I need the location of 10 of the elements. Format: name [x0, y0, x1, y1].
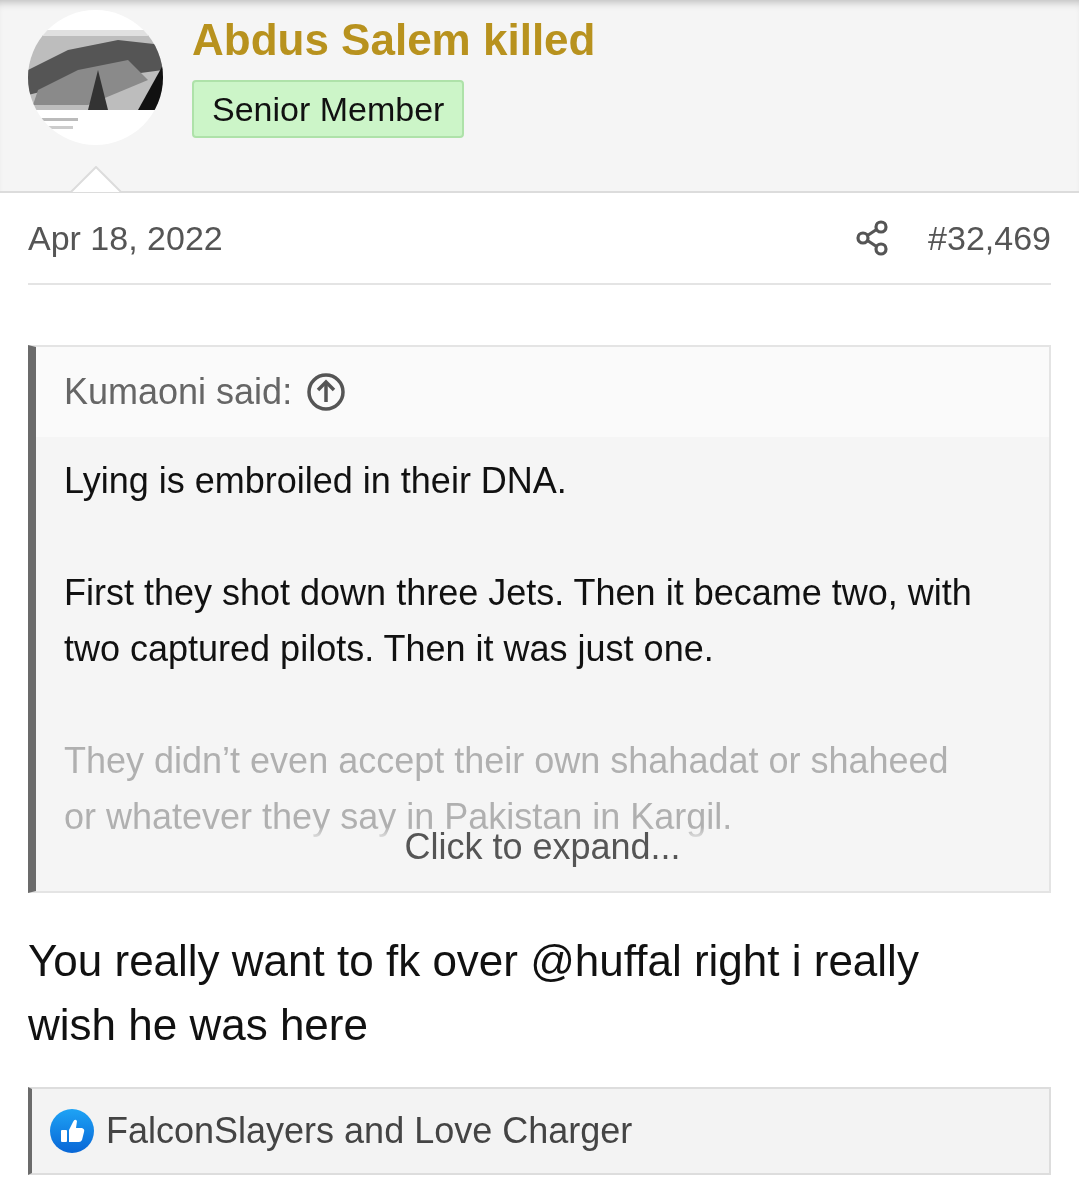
thumbs-up-icon[interactable] [50, 1109, 94, 1153]
reaction-users[interactable]: FalconSlayers and Love Charger [106, 1110, 633, 1152]
post-message: You really want to fk over @huffal right i really wish he was here [28, 935, 920, 1051]
quote-paragraph: Lying is embroiled in their DNA. [64, 459, 568, 503]
quote-paragraph: First they shot down three Jets. Then it became two, with two captured pilots. Then it was just one. [64, 571, 973, 671]
quote-author[interactable]: Kumaoni said: [64, 371, 293, 413]
user-title-badge: Senior Member [192, 80, 465, 138]
post-date[interactable]: Apr 18, 2022 [28, 218, 223, 258]
arrow-up-circle-icon[interactable] [306, 372, 347, 412]
post-number[interactable]: #32,469 [928, 218, 1051, 258]
